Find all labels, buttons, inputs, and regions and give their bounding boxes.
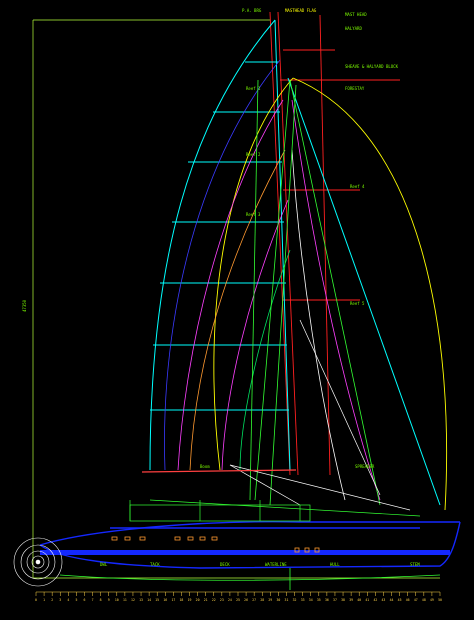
side-dimension: 47350	[22, 299, 27, 312]
scale-tick-label: 0	[35, 598, 37, 602]
scale-tick-label: 24	[228, 598, 232, 602]
scale-tick-label: 21	[204, 598, 208, 602]
scale-tick-label: 41	[365, 598, 369, 602]
sail-shape-curves	[164, 59, 381, 501]
scale-tick-label: 1	[43, 598, 45, 602]
portholes	[111, 536, 320, 553]
scale-tick-label: 9	[108, 598, 110, 602]
scale-tick-label: 7	[92, 598, 94, 602]
scale-tick-label: 22	[212, 598, 216, 602]
compass-rings-icon	[13, 537, 63, 587]
scale-tick-label: 50	[438, 598, 442, 602]
scale-tick-label: 40	[357, 598, 361, 602]
scale-tick-label: 12	[131, 598, 135, 602]
scale-tick-label: 48	[422, 598, 426, 602]
scale-tick-label: 45	[398, 598, 402, 602]
rig-lines	[249, 79, 381, 506]
scale-tick-label: 18	[180, 598, 184, 602]
keel	[59, 568, 441, 590]
scale-tick-label: 28	[260, 598, 264, 602]
spinnaker	[213, 77, 448, 511]
scale-tick-label: 29	[268, 598, 272, 602]
label-reef1: Reef 1	[246, 86, 261, 91]
hull-band	[40, 550, 450, 555]
label-stem: STEM	[410, 562, 420, 567]
scale-tick-label: 13	[139, 598, 143, 602]
scale-tick-label: 34	[309, 598, 313, 602]
label-spreader: SPREADER	[355, 464, 375, 469]
scale-tick-label: 35	[317, 598, 321, 602]
scale-tick-label: 32	[293, 598, 297, 602]
scale-tick-label: 15	[155, 598, 159, 602]
label-top-mid: MASTHEAD FLAG	[285, 8, 317, 13]
scale-tick-label: 44	[390, 598, 394, 602]
label-halyard: HALYARD	[345, 26, 362, 31]
scale-tick-label: 43	[382, 598, 386, 602]
dimension-frame	[32, 19, 440, 579]
scale-tick-label: 47	[414, 598, 418, 602]
scale-tick-label: 31	[285, 598, 289, 602]
label-waterline: WATERLINE	[265, 562, 287, 567]
label-hull: HULL	[330, 562, 340, 567]
sheet-lines	[229, 319, 411, 511]
scale-tick-label: 11	[123, 598, 127, 602]
scale-tick-label: 36	[325, 598, 329, 602]
sailplan-drawing: 47350 P.A. BRG MASTHEAD FLAG MAST HEAD H…	[13, 8, 461, 602]
scale-tick-label: 19	[188, 598, 192, 602]
scale-tick-label: 5	[75, 598, 77, 602]
scale-tick-label: 3	[59, 598, 61, 602]
scale-tick-label: 16	[163, 598, 167, 602]
boom	[141, 469, 297, 473]
scale-tick-label: 8	[100, 598, 102, 602]
scale-tick-label: 37	[333, 598, 337, 602]
scale-tick-label: 38	[341, 598, 345, 602]
label-reef4: Reef 4	[350, 184, 365, 189]
scale-tick-label: 46	[406, 598, 410, 602]
scale-tick-label: 20	[196, 598, 200, 602]
label-reef3: Reef 3	[246, 212, 261, 217]
scale-tick-label: 33	[301, 598, 305, 602]
scale-tick-label: 25	[236, 598, 240, 602]
label-boom: Boom	[200, 464, 210, 469]
scale-tick-label: 17	[171, 598, 175, 602]
scale-tick-label: 27	[252, 598, 256, 602]
label-reef2: Reef 2	[246, 152, 261, 157]
deckhouse	[129, 499, 421, 522]
label-tack: TACK	[150, 562, 160, 567]
label-forestay: FORESTAY	[345, 86, 365, 91]
label-reef5: Reef 5	[350, 301, 365, 306]
label-deck: DECK	[220, 562, 230, 567]
scale-tick-label: 10	[115, 598, 119, 602]
scale-tick-label: 39	[349, 598, 353, 602]
scale-tick-label: 23	[220, 598, 224, 602]
scale-tick-label: 6	[84, 598, 86, 602]
scale-tick-label: 30	[276, 598, 280, 602]
scale-tick-label: 2	[51, 598, 53, 602]
label-block: SHEAVE & HALYARD BLOCK	[345, 64, 399, 69]
scale-tick-label: 4	[67, 598, 69, 602]
scale-tick-label: 14	[147, 598, 151, 602]
scale-tick-label: 26	[244, 598, 248, 602]
scale-tick-label: 42	[373, 598, 377, 602]
scale-tick-label: 49	[430, 598, 434, 602]
mainsail	[149, 19, 441, 506]
label-top-right: MAST HEAD	[345, 12, 367, 17]
label-top-left: P.A. BRG	[242, 8, 262, 13]
label-dwl: DWL	[100, 562, 108, 567]
callouts: P.A. BRG MASTHEAD FLAG MAST HEAD HALYARD…	[100, 8, 420, 567]
station-scale: 0 1 2 3 4 5 6 7 8 9 10 11 12 13 14 15 16 17 18 19 20 21 22 23 24…	[35, 591, 442, 602]
